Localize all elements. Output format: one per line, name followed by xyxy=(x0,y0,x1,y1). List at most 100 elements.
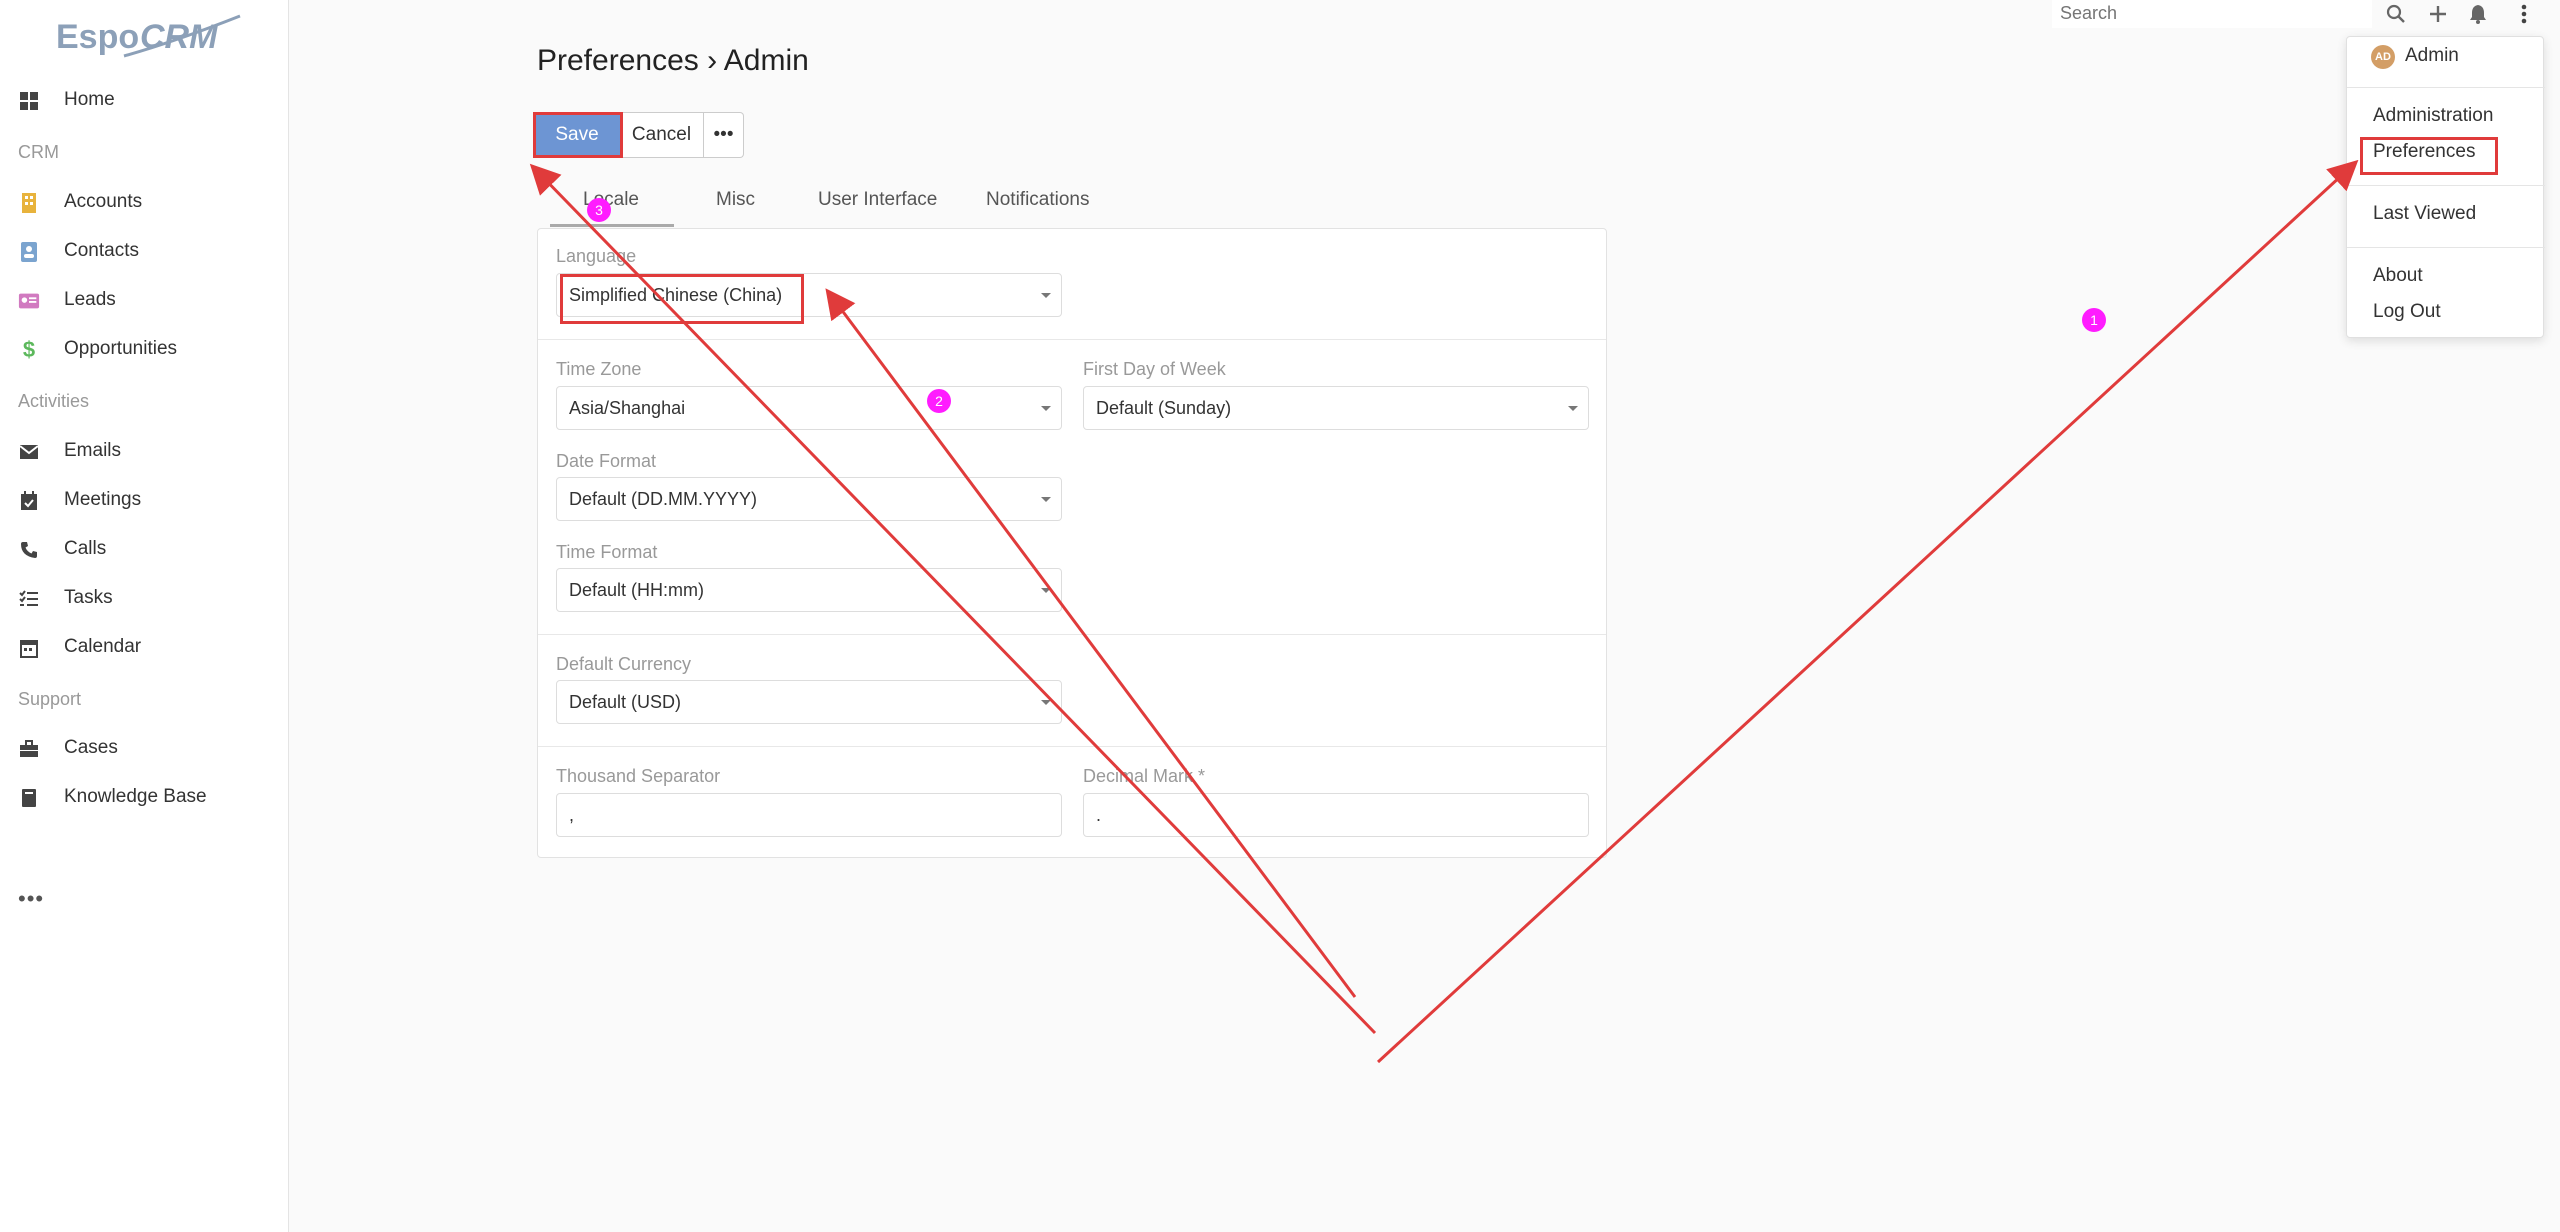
contact-card-icon xyxy=(18,241,40,263)
language-label: Language xyxy=(556,246,637,266)
language-select[interactable]: Simplified Chinese (China) xyxy=(556,273,1062,317)
time-zone-select[interactable]: Asia/Shanghai xyxy=(556,386,1062,430)
default-currency-label: Default Currency xyxy=(556,654,692,674)
avatar: AD xyxy=(2371,45,2395,69)
decimal-mark-label: Decimal Mark * xyxy=(1083,766,1206,786)
sidebar-item-opportunities[interactable]: $ Opportunities xyxy=(0,327,289,371)
espocrm-logo[interactable]: Espo CRM xyxy=(54,12,244,66)
time-zone-value: Asia/Shanghai xyxy=(569,397,686,418)
sidebar: Espo CRM Home CRM Accounts Contacts Lead… xyxy=(0,0,289,1232)
search-input[interactable] xyxy=(2060,0,2360,26)
search-bar xyxy=(2052,0,2372,28)
step-badge-2: 2 xyxy=(927,389,951,413)
menu-divider xyxy=(2347,247,2545,248)
sidebar-item-label: Opportunities xyxy=(64,338,178,359)
chevron-down-icon xyxy=(1041,293,1051,298)
active-tab-indicator xyxy=(550,224,674,227)
chevron-down-icon xyxy=(1041,406,1051,411)
chevron-down-icon xyxy=(1041,700,1051,705)
sidebar-item-tasks[interactable]: Tasks xyxy=(0,576,289,620)
chevron-down-icon xyxy=(1041,588,1051,593)
sidebar-item-label: Knowledge Base xyxy=(64,786,207,807)
section-divider xyxy=(538,339,1606,340)
tab-misc[interactable]: Misc xyxy=(716,189,755,211)
date-format-value: Default (DD.MM.YYYY) xyxy=(569,488,758,509)
menu-item-user[interactable]: Admin xyxy=(2405,45,2459,67)
bell-icon[interactable] xyxy=(2462,0,2494,28)
sidebar-item-label: Accounts xyxy=(64,191,143,212)
sidebar-item-calls[interactable]: Calls xyxy=(0,527,289,571)
time-format-value: Default (HH:mm) xyxy=(569,579,705,600)
time-format-label: Time Format xyxy=(556,542,658,562)
thousand-separator-label: Thousand Separator xyxy=(556,766,721,786)
sidebar-item-label: Cases xyxy=(64,737,118,758)
sidebar-item-label: Calendar xyxy=(64,636,142,657)
book-icon xyxy=(18,787,40,809)
home-grid-icon xyxy=(18,90,40,112)
sidebar-item-label: Meetings xyxy=(64,489,142,510)
language-value: Simplified Chinese (China) xyxy=(569,284,783,305)
nav-group-crm: CRM xyxy=(18,142,59,162)
section-divider xyxy=(538,634,1606,635)
sidebar-item-label: Leads xyxy=(64,289,116,310)
sidebar-item-emails[interactable]: Emails xyxy=(0,429,289,473)
save-button[interactable]: Save xyxy=(534,112,620,158)
chevron-down-icon xyxy=(1041,497,1051,502)
tasks-icon xyxy=(18,588,40,610)
sidebar-item-calendar[interactable]: Calendar xyxy=(0,625,289,669)
page-title: Preferences › Admin xyxy=(537,44,809,77)
cancel-button[interactable]: Cancel xyxy=(620,112,704,158)
kebab-menu-icon[interactable] xyxy=(2508,0,2540,28)
chevron-down-icon xyxy=(1568,406,1578,411)
menu-item-about[interactable]: About xyxy=(2373,265,2423,287)
tab-notifications[interactable]: Notifications xyxy=(986,189,1090,211)
tab-user-interface[interactable]: User Interface xyxy=(818,189,937,211)
default-currency-value: Default (USD) xyxy=(569,691,682,712)
sidebar-item-label: Contacts xyxy=(64,240,139,261)
action-buttons: Save Cancel ••• xyxy=(534,112,744,158)
menu-divider xyxy=(2347,87,2545,88)
menu-item-administration[interactable]: Administration xyxy=(2373,105,2493,127)
sidebar-item-home[interactable]: Home xyxy=(0,78,289,122)
first-day-of-week-select[interactable]: Default (Sunday) xyxy=(1083,386,1589,430)
nav-group-activities: Activities xyxy=(18,391,90,411)
dollar-icon: $ xyxy=(22,337,36,362)
menu-item-logout[interactable]: Log Out xyxy=(2373,301,2441,323)
user-dropdown-menu: AD Admin Administration Preferences Last… xyxy=(2346,36,2545,338)
search-icon[interactable] xyxy=(2380,0,2412,28)
decimal-mark-input[interactable]: . xyxy=(1083,793,1589,837)
date-format-label: Date Format xyxy=(556,451,657,471)
more-actions-button[interactable]: ••• xyxy=(704,112,744,158)
menu-divider xyxy=(2347,185,2545,186)
plus-icon[interactable] xyxy=(2422,0,2454,28)
sidebar-item-knowledge-base[interactable]: Knowledge Base xyxy=(0,775,289,819)
id-card-icon xyxy=(18,290,40,312)
date-format-select[interactable]: Default (DD.MM.YYYY) xyxy=(556,477,1062,521)
svg-text:CRM: CRM xyxy=(140,18,218,56)
sidebar-item-label: Emails xyxy=(64,440,122,461)
calendar-icon xyxy=(18,637,40,659)
sidebar-item-meetings[interactable]: Meetings xyxy=(0,478,289,522)
sidebar-item-label: Calls xyxy=(64,538,107,559)
envelope-icon xyxy=(18,441,40,463)
thousand-separator-value: , xyxy=(569,804,575,825)
sidebar-item-label: Home xyxy=(64,89,115,110)
sidebar-item-cases[interactable]: Cases xyxy=(0,726,289,770)
first-day-of-week-value: Default (Sunday) xyxy=(1096,397,1232,418)
building-icon xyxy=(18,192,40,214)
sidebar-item-contacts[interactable]: Contacts xyxy=(0,229,289,273)
thousand-separator-input[interactable]: , xyxy=(556,793,1062,837)
menu-item-preferences[interactable]: Preferences xyxy=(2373,141,2475,163)
sidebar-item-leads[interactable]: Leads xyxy=(0,278,289,322)
nav-group-support: Support xyxy=(18,689,82,709)
sidebar-item-accounts[interactable]: Accounts xyxy=(0,180,289,224)
svg-text:Espo: Espo xyxy=(56,18,139,56)
menu-item-last-viewed[interactable]: Last Viewed xyxy=(2373,203,2476,225)
section-divider xyxy=(538,746,1606,747)
sidebar-item-label: Tasks xyxy=(64,587,113,608)
step-badge-3: 3 xyxy=(587,198,611,222)
time-format-select[interactable]: Default (HH:mm) xyxy=(556,568,1062,612)
step-badge-1: 1 xyxy=(2082,308,2106,332)
default-currency-select[interactable]: Default (USD) xyxy=(556,680,1062,724)
sidebar-more-button[interactable]: ••• xyxy=(18,886,44,912)
